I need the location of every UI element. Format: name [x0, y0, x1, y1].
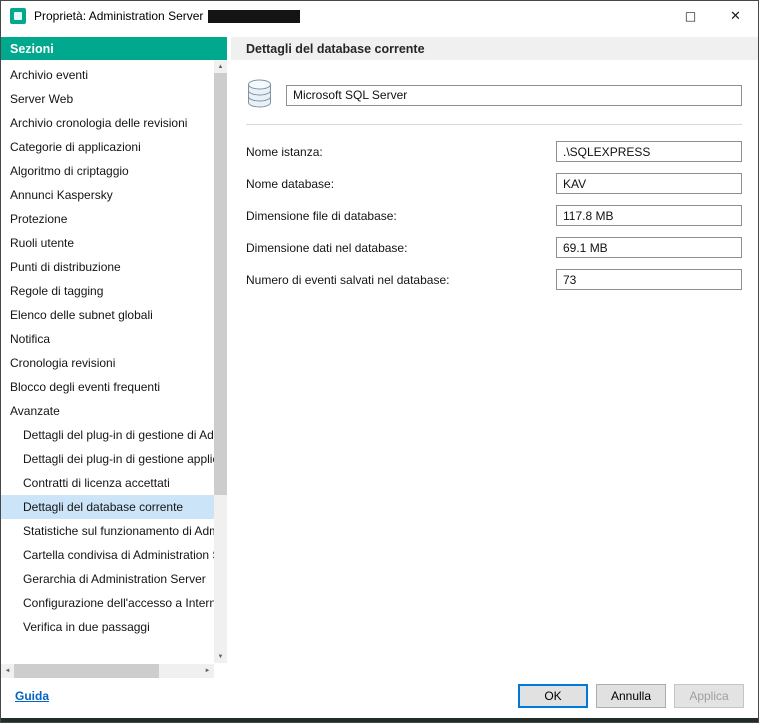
sidebar-item-ruoli-utente[interactable]: Ruoli utente: [1, 231, 214, 255]
sidebar-header: Sezioni: [1, 37, 227, 60]
scroll-down-icon[interactable]: ▼: [214, 650, 227, 663]
app-icon: [10, 8, 26, 24]
sidebar-main: Archivio eventi Server Web Archivio cron…: [1, 60, 227, 663]
horizontal-scrollbar-track[interactable]: [159, 664, 201, 678]
properties-dialog: Proprietà: Administration Server □ ✕ Sez…: [0, 0, 759, 723]
content-body: Nome istanza: Nome database: Dimensione …: [231, 60, 758, 678]
content-pane: Dettagli del database corrente: [231, 31, 758, 678]
help-link[interactable]: Guida: [15, 689, 49, 703]
vertical-scrollbar[interactable]: ▲ ▼: [214, 60, 227, 663]
database-type-field[interactable]: [286, 85, 742, 106]
instance-name-label: Nome istanza:: [246, 145, 323, 159]
sidebar-item-protezione[interactable]: Protezione: [1, 207, 214, 231]
saved-events-row: Numero di eventi salvati nel database:: [246, 269, 742, 290]
sidebar-item-subnet-globali[interactable]: Elenco delle subnet globali: [1, 303, 214, 327]
separator-line: [246, 124, 742, 125]
sidebar-item-verifica-due-passaggi[interactable]: Verifica in due passaggi: [1, 615, 214, 639]
sidebar-item-regole-tagging[interactable]: Regole di tagging: [1, 279, 214, 303]
dialog-footer: Guida OK Annulla Applica: [1, 678, 758, 719]
vertical-scrollbar-thumb[interactable]: [214, 73, 227, 495]
window-bottom-edge: [1, 718, 758, 722]
sidebar-item-annunci-kaspersky[interactable]: Annunci Kaspersky: [1, 183, 214, 207]
horizontal-scrollbar[interactable]: ◄ ►: [1, 664, 214, 678]
redacted-server-name: [208, 10, 300, 23]
scroll-right-icon[interactable]: ►: [201, 664, 214, 678]
sidebar-item-statistiche[interactable]: Statistiche sul funzionamento di Adminis: [1, 519, 214, 543]
window-title: Proprietà: Administration Server: [34, 9, 203, 23]
sidebar-item-plugin-applicazioni[interactable]: Dettagli dei plug-in di gestione applica…: [1, 447, 214, 471]
scroll-up-icon[interactable]: ▲: [214, 60, 227, 73]
database-data-size-row: Dimensione dati nel database:: [246, 237, 742, 258]
database-name-row: Nome database:: [246, 173, 742, 194]
database-name-field[interactable]: [556, 173, 742, 194]
title-bar: Proprietà: Administration Server □ ✕: [1, 1, 758, 31]
dialog-body: Sezioni Archivio eventi Server Web Archi…: [1, 31, 758, 678]
apply-button[interactable]: Applica: [674, 684, 744, 708]
sidebar-item-cartella-condivisa[interactable]: Cartella condivisa di Administration Ser…: [1, 543, 214, 567]
database-data-size-label: Dimensione dati nel database:: [246, 241, 407, 255]
vertical-scrollbar-track[interactable]: [214, 495, 227, 650]
sidebar-item-archivio-cronologia[interactable]: Archivio cronologia delle revisioni: [1, 111, 214, 135]
sidebar-item-plugin-admin[interactable]: Dettagli del plug-in di gestione di Admi…: [1, 423, 214, 447]
sidebar-item-contratti-licenza[interactable]: Contratti di licenza accettati: [1, 471, 214, 495]
page-title: Dettagli del database corrente: [231, 37, 758, 60]
sidebar-item-cronologia-revisioni[interactable]: Cronologia revisioni: [1, 351, 214, 375]
database-file-size-label: Dimensione file di database:: [246, 209, 397, 223]
ok-button[interactable]: OK: [518, 684, 588, 708]
instance-name-row: Nome istanza:: [246, 141, 742, 162]
close-button[interactable]: ✕: [713, 1, 758, 31]
sidebar-item-gerarchia[interactable]: Gerarchia di Administration Server: [1, 567, 214, 591]
sidebar-item-accesso-internet[interactable]: Configurazione dell'accesso a Internet: [1, 591, 214, 615]
sidebar-item-punti-distribuzione[interactable]: Punti di distribuzione: [1, 255, 214, 279]
sidebar-item-algoritmo-criptaggio[interactable]: Algoritmo di criptaggio: [1, 159, 214, 183]
window-controls: □ ✕: [668, 1, 758, 31]
database-type-row: [246, 78, 742, 112]
sidebar-item-dettagli-database[interactable]: Dettagli del database corrente: [1, 495, 214, 519]
saved-events-label: Numero di eventi salvati nel database:: [246, 273, 449, 287]
database-name-label: Nome database:: [246, 177, 334, 191]
scroll-left-icon[interactable]: ◄: [1, 664, 14, 678]
sidebar-item-notifica[interactable]: Notifica: [1, 327, 214, 351]
footer-buttons: OK Annulla Applica: [518, 684, 744, 708]
instance-name-field[interactable]: [556, 141, 742, 162]
sidebar-item-archivio-eventi[interactable]: Archivio eventi: [1, 63, 214, 87]
saved-events-field[interactable]: [556, 269, 742, 290]
database-icon: [246, 78, 273, 112]
maximize-button[interactable]: □: [668, 1, 713, 31]
database-data-size-field[interactable]: [556, 237, 742, 258]
sidebar-item-avanzate[interactable]: Avanzate: [1, 399, 214, 423]
sections-sidebar: Sezioni Archivio eventi Server Web Archi…: [1, 31, 227, 678]
database-file-size-row: Dimensione file di database:: [246, 205, 742, 226]
sidebar-list: Archivio eventi Server Web Archivio cron…: [1, 60, 214, 663]
cancel-button[interactable]: Annulla: [596, 684, 666, 708]
horizontal-scrollbar-thumb[interactable]: [14, 664, 159, 678]
sidebar-item-server-web[interactable]: Server Web: [1, 87, 214, 111]
database-file-size-field[interactable]: [556, 205, 742, 226]
sidebar-item-categorie-applicazioni[interactable]: Categorie di applicazioni: [1, 135, 214, 159]
sidebar-item-blocco-eventi[interactable]: Blocco degli eventi frequenti: [1, 375, 214, 399]
